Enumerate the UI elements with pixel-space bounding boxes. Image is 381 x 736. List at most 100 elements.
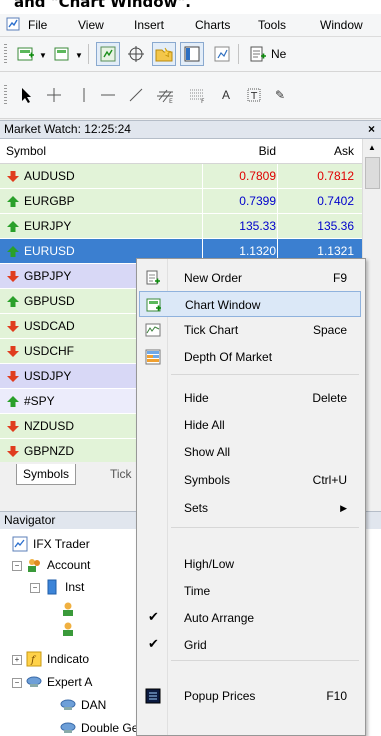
cursor-icon[interactable]	[14, 83, 38, 107]
menu-item-hide-all[interactable]: Hide All	[139, 412, 361, 438]
menu-item-sets[interactable]: Sets ▶	[139, 495, 361, 521]
menu-item-tick-chart[interactable]: Tick Chart Space	[139, 317, 361, 343]
market-watch-header: Symbol Bid Ask	[0, 139, 362, 164]
menu-file[interactable]: File	[28, 18, 47, 32]
scroll-up-icon[interactable]: ▲	[368, 143, 376, 152]
menu-item-new-order[interactable]: New Order F9	[139, 265, 361, 291]
menu-item-chart-window[interactable]: Chart Window	[139, 291, 361, 317]
data-window-icon[interactable]	[124, 42, 148, 66]
menu-item-high-low[interactable]: High/Low	[139, 551, 361, 577]
menu-item-label: High/Low	[184, 557, 235, 571]
line-studies-toolbar: E F A T ✎	[0, 72, 381, 119]
table-row[interactable]: EURJPY 135.33 135.36	[0, 214, 362, 239]
symbol-name: USDCHF	[24, 344, 74, 358]
account-user-icon[interactable]	[60, 621, 76, 637]
text-tool-icon[interactable]: A	[214, 83, 238, 107]
profiles-icon[interactable]	[50, 42, 74, 66]
market-watch-close-icon[interactable]: ×	[368, 121, 375, 138]
symbol-name: #SPY	[24, 394, 55, 408]
menu-item-label: Depth Of Market	[184, 350, 273, 364]
menu-bar: File View Insert Charts Tools Window	[0, 14, 381, 37]
new-chart-icon[interactable]	[14, 42, 38, 66]
menu-item-auto-arrange[interactable]: ✔ Auto Arrange	[139, 605, 361, 631]
menu-item-hide[interactable]: Hide Delete	[139, 385, 361, 411]
page-caption: and "Chart Window".	[0, 0, 381, 14]
equidistant-channel-icon[interactable]: E	[154, 83, 178, 107]
menu-item-popup-prices[interactable]: Popup Prices F10	[139, 683, 361, 709]
toolbar-divider	[238, 44, 239, 64]
bid-price: 1.1320	[239, 244, 276, 258]
indicators-icon: f	[26, 651, 42, 667]
strategy-tester-icon[interactable]	[210, 42, 234, 66]
market-watch-title-bar[interactable]: Market Watch: 12:25:24 ×	[0, 120, 381, 139]
arrow-down-icon	[7, 171, 19, 182]
text-label-icon[interactable]: T	[242, 83, 266, 107]
menu-item-show-all[interactable]: Show All	[139, 439, 361, 465]
menu-charts[interactable]: Charts	[195, 18, 230, 32]
menu-separator	[171, 527, 359, 528]
bid-price: 0.7809	[239, 169, 276, 183]
ask-price: 0.7402	[317, 194, 354, 208]
vertical-line-icon[interactable]	[72, 83, 96, 107]
table-row[interactable]: EURGBP 0.7399 0.7402	[0, 189, 362, 214]
menu-tools[interactable]: Tools	[258, 18, 286, 32]
new-order-icon	[145, 270, 161, 286]
navigator-toggle-icon[interactable]	[152, 42, 176, 66]
account-user-icon[interactable]	[60, 601, 76, 617]
arrow-down-icon	[7, 346, 19, 357]
tab-symbols[interactable]: Symbols	[16, 464, 77, 485]
symbol-name: GBPNZD	[24, 444, 75, 458]
server-icon	[47, 579, 57, 595]
column-divider	[202, 164, 203, 188]
scroll-thumb[interactable]	[365, 157, 380, 189]
menu-item-time[interactable]: Time	[139, 578, 361, 604]
caption-text: and "Chart Window".	[14, 0, 191, 11]
menu-view[interactable]: View	[78, 18, 104, 32]
toolbar-grip[interactable]	[4, 85, 7, 105]
collapse-instance-icon[interactable]: −	[30, 583, 40, 593]
arrows-icon[interactable]: ✎	[268, 83, 292, 107]
menu-item-symbols[interactable]: Symbols Ctrl+U	[139, 467, 361, 493]
expand-indicators-icon[interactable]: +	[12, 655, 22, 665]
new-order-toolbar-label[interactable]: Ne	[271, 47, 286, 61]
new-order-toolbar-icon[interactable]	[246, 42, 270, 66]
menu-item-grid[interactable]: ✔ Grid	[139, 632, 361, 658]
column-header-bid[interactable]: Bid	[259, 144, 276, 158]
collapse-accounts-icon[interactable]: −	[12, 561, 22, 571]
arrow-up-icon	[7, 196, 19, 207]
submenu-arrow-icon: ▶	[340, 503, 347, 513]
tree-label: Inst	[65, 580, 85, 594]
ask-price: 135.36	[317, 219, 354, 233]
column-header-ask[interactable]: Ask	[334, 144, 354, 158]
menu-item-depth-of-market[interactable]: Depth Of Market	[139, 344, 361, 370]
menu-insert[interactable]: Insert	[134, 18, 164, 32]
symbol-name: GBPJPY	[24, 269, 72, 283]
bid-price: 135.33	[239, 219, 276, 233]
market-watch-toggle-icon[interactable]	[96, 42, 120, 66]
profiles-dropdown-icon[interactable]: ▼	[75, 51, 83, 60]
menu-item-label: Tick Chart	[184, 323, 239, 337]
fibonacci-icon[interactable]: F	[186, 83, 210, 107]
horizontal-line-icon[interactable]	[96, 83, 120, 107]
popup-prices-icon	[145, 688, 161, 704]
column-header-symbol[interactable]: Symbol	[6, 144, 46, 158]
tab-tick-chart[interactable]: Tick	[104, 464, 138, 484]
toolbar-grip[interactable]	[4, 44, 7, 64]
collapse-experts-icon[interactable]: −	[12, 678, 22, 688]
menu-item-label: Auto Arrange	[184, 611, 255, 625]
trendline-icon[interactable]	[124, 83, 148, 107]
arrow-down-icon	[7, 321, 19, 332]
terminal-toggle-icon[interactable]	[180, 42, 204, 66]
column-divider	[277, 214, 278, 238]
new-chart-dropdown-icon[interactable]: ▼	[39, 51, 47, 60]
menu-window[interactable]: Window	[320, 18, 363, 32]
checkmark-icon: ✔	[148, 636, 159, 651]
standard-toolbar: ▼ ▼ Ne	[0, 37, 381, 72]
menu-item-label: Hide	[184, 391, 209, 405]
arrow-up-icon	[7, 396, 19, 407]
menu-item-label: New Order	[184, 271, 243, 285]
symbol-name: NZDUSD	[24, 419, 74, 433]
arrow-down-icon	[7, 371, 19, 382]
crosshair-icon[interactable]	[42, 83, 66, 107]
table-row[interactable]: AUDUSD 0.7809 0.7812	[0, 164, 362, 189]
